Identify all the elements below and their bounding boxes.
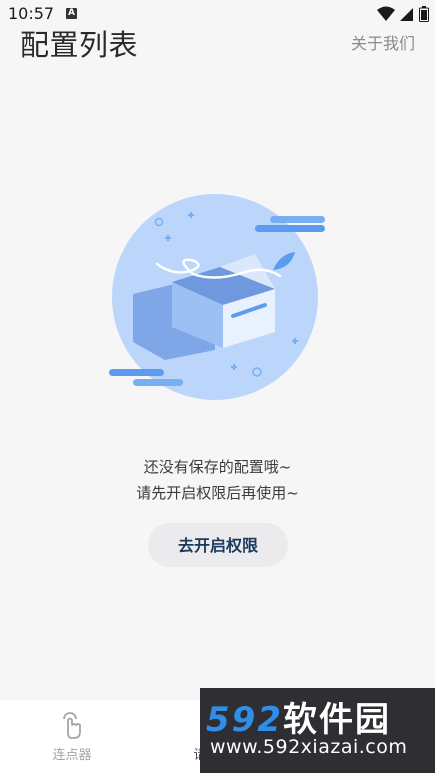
page-title: 配置列表 <box>20 28 139 62</box>
a-badge-icon: A <box>66 8 77 19</box>
nav-label-clicker: 连点器 <box>52 748 92 763</box>
about-us-link[interactable]: 关于我们 <box>351 30 415 54</box>
empty-message: 还没有保存的配置哦~ <box>143 458 292 476</box>
empty-box-illustration <box>109 194 325 400</box>
header: 配置列表 关于我们 <box>0 20 435 64</box>
watermark-url: www.592xiazai.com <box>210 736 408 758</box>
nav-item-clicker[interactable]: 连点器 <box>17 700 127 773</box>
open-permission-button[interactable]: 去开启权限 <box>148 523 288 567</box>
tap-finger-icon <box>63 712 81 739</box>
permission-hint: 请先开启权限后再使用~ <box>136 484 299 502</box>
watermark: 592软件园 www.592xiazai.com <box>200 688 435 773</box>
watermark-brand: 592软件园 <box>206 692 391 741</box>
watermark-digits: 592 <box>206 700 283 740</box>
watermark-text: 软件园 <box>282 700 391 740</box>
